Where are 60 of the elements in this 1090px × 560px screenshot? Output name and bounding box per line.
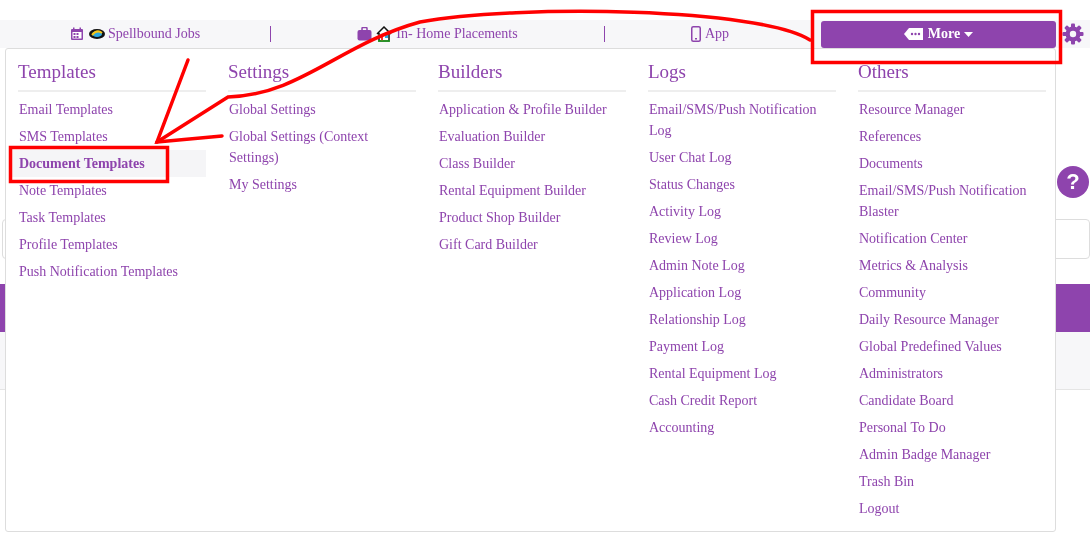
menu-item[interactable]: Documents xyxy=(858,150,1046,177)
menu-item[interactable]: Application Log xyxy=(648,279,836,306)
menu-item[interactable]: Application & Profile Builder xyxy=(438,96,626,123)
menu-item[interactable]: SMS Templates xyxy=(18,123,206,150)
menu-item[interactable]: Review Log xyxy=(648,225,836,252)
menu-item[interactable]: Evaluation Builder xyxy=(438,123,626,150)
more-button[interactable]: More xyxy=(821,20,1056,48)
menu-item[interactable]: Gift Card Builder xyxy=(438,231,626,258)
house-icon xyxy=(376,26,393,42)
menu-item[interactable]: My Settings xyxy=(228,171,416,198)
menu-item[interactable]: Resource Manager xyxy=(858,96,1046,123)
help-button[interactable]: ? xyxy=(1057,166,1089,198)
menu-item[interactable]: Class Builder xyxy=(438,150,626,177)
caret-icon xyxy=(964,31,974,37)
menu-item[interactable]: Cash Credit Report xyxy=(648,387,836,414)
menu-item[interactable]: Personal To Do xyxy=(858,414,1046,441)
menu-item[interactable]: Profile Templates xyxy=(18,231,206,258)
menu-item[interactable]: Logout xyxy=(858,495,1046,522)
menu-item[interactable]: User Chat Log xyxy=(648,144,836,171)
phone-icon xyxy=(690,26,701,42)
menu-item[interactable]: References xyxy=(858,123,1046,150)
menu-item[interactable]: Email Templates xyxy=(18,96,206,123)
menu-item[interactable]: Push Notification Templates xyxy=(18,258,206,285)
menu-item[interactable]: Email/SMS/Push Notification Log xyxy=(648,96,836,144)
menu-item[interactable]: Daily Resource Manager xyxy=(858,306,1046,333)
calendar-icon xyxy=(69,27,84,41)
nav-link[interactable]: Spellbound Jobs xyxy=(107,26,201,42)
menu-item[interactable]: Global Settings xyxy=(228,96,416,123)
menu-item[interactable]: Trash Bin xyxy=(858,468,1046,495)
menu-item[interactable]: Activity Log xyxy=(648,198,836,225)
menu-item[interactable]: Global Settings (Context Settings) xyxy=(228,123,416,171)
menu-item[interactable]: Rental Equipment Builder xyxy=(438,177,626,204)
menu-item[interactable]: Candidate Board xyxy=(858,387,1046,414)
settings-icon[interactable] xyxy=(1062,23,1084,45)
menu-item[interactable]: Accounting xyxy=(648,414,836,441)
menu-item[interactable]: Admin Badge Manager xyxy=(858,441,1046,468)
column-heading: Others xyxy=(858,60,1046,92)
menu-item[interactable]: Relationship Log xyxy=(648,306,836,333)
menu-item[interactable]: Task Templates xyxy=(18,204,206,231)
column-heading: Builders xyxy=(438,60,626,92)
menu-item[interactable]: Document Templates xyxy=(11,150,206,177)
menu-item[interactable]: Admin Note Log xyxy=(648,252,836,279)
tag-icon xyxy=(903,28,924,40)
nav-link[interactable]: App xyxy=(704,26,730,42)
menu-item[interactable]: Note Templates xyxy=(18,177,206,204)
menu-item[interactable]: Status Changes xyxy=(648,171,836,198)
menu-item[interactable]: Administrators xyxy=(858,360,1046,387)
menu-item[interactable]: Global Predefined Values xyxy=(858,333,1046,360)
menu-item[interactable]: Email/SMS/Push Notification Blaster xyxy=(858,177,1046,225)
column-heading: Settings xyxy=(228,60,416,92)
column-heading: Templates xyxy=(18,60,206,92)
menu-item[interactable]: Metrics & Analysis xyxy=(858,252,1046,279)
menu-item[interactable]: Notification Center xyxy=(858,225,1046,252)
menu-item[interactable]: Community xyxy=(858,279,1046,306)
column-heading: Logs xyxy=(648,60,836,92)
menu-item[interactable]: Payment Log xyxy=(648,333,836,360)
menu-item[interactable]: Product Shop Builder xyxy=(438,204,626,231)
menu-item[interactable]: Rental Equipment Log xyxy=(648,360,836,387)
briefcase-icon xyxy=(357,27,373,41)
swirl-logo-icon xyxy=(87,28,106,40)
